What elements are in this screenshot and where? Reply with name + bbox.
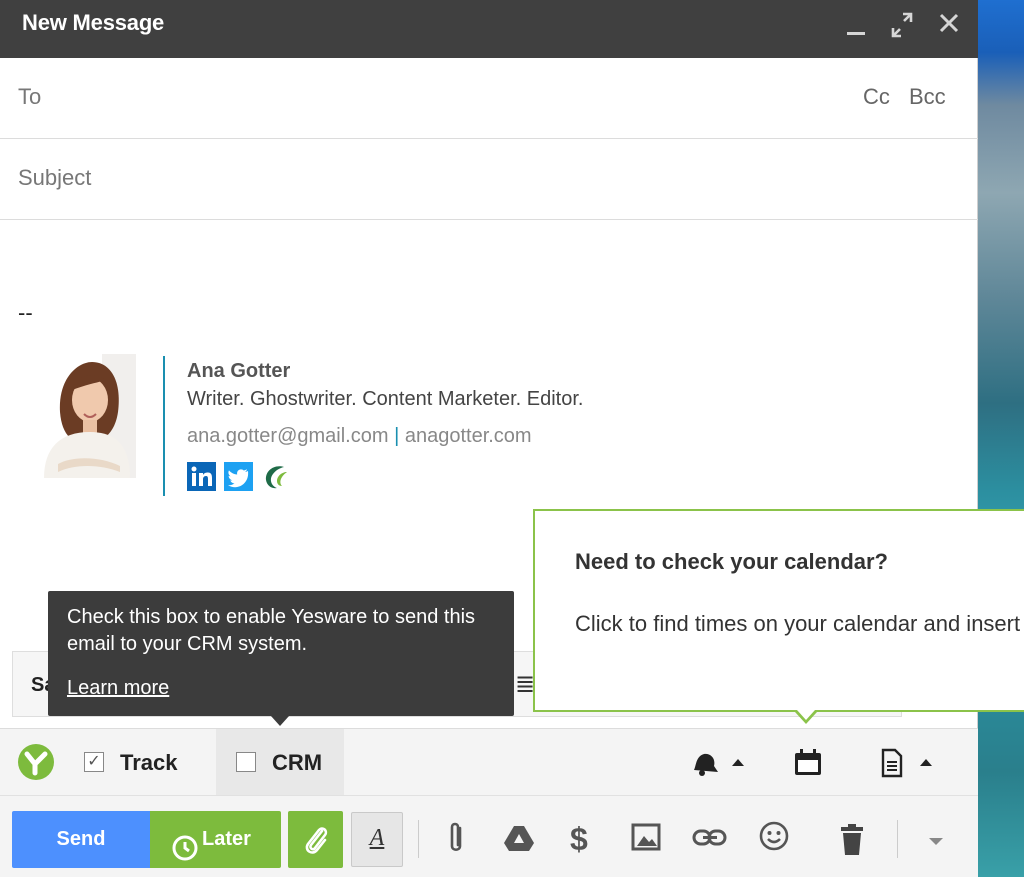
attach-file-icon[interactable] — [444, 820, 468, 861]
crm-tooltip-text: Check this box to enable Yesware to send… — [67, 606, 476, 655]
background-page — [978, 0, 1024, 877]
signature-name: Ana Gotter — [187, 360, 291, 382]
toolbar-divider — [897, 820, 898, 858]
crm-label: CRM — [272, 750, 323, 775]
bcc-link[interactable]: Bcc — [909, 84, 946, 110]
calendar-tooltip-heading: Need to check your calendar? — [575, 549, 888, 574]
reminder-bell-icon[interactable] — [690, 748, 750, 783]
crm-tooltip-arrow — [271, 716, 289, 726]
money-icon[interactable]: $ — [568, 820, 594, 861]
calendar-icon[interactable] — [793, 748, 823, 783]
track-checkbox[interactable]: ✓ — [84, 752, 104, 772]
signature-divider — [163, 356, 165, 496]
signature-photo — [30, 354, 136, 478]
google-drive-icon[interactable] — [503, 824, 535, 857]
yesware-logo-icon[interactable] — [18, 744, 54, 780]
signature-separator: -- — [18, 300, 33, 325]
more-options-chevron-icon[interactable] — [926, 834, 946, 853]
signature-links: ana.gotter@gmail.com | anagotter.com — [187, 425, 532, 448]
expand-icon[interactable] — [887, 8, 917, 42]
compose-title-bar: New Message — [0, 0, 978, 58]
compose-title: New Message — [22, 10, 165, 35]
to-field[interactable]: To Cc Bcc — [0, 58, 978, 139]
svg-text:$: $ — [570, 821, 588, 856]
signature-email[interactable]: ana.gotter@gmail.com — [187, 425, 389, 447]
toolbar-divider — [418, 820, 419, 858]
signature-role: Writer. Ghostwriter. Content Marketer. E… — [187, 388, 584, 410]
compose-window: New Message To Cc Bcc Subject -- Ana Got… — [0, 0, 1024, 877]
subject-field[interactable]: Subject — [0, 139, 978, 220]
twitter-icon[interactable] — [224, 462, 253, 491]
paperclip-icon — [302, 823, 330, 862]
send-later-button[interactable]: Later — [150, 811, 281, 868]
emoji-icon[interactable] — [758, 820, 790, 857]
learn-more-link[interactable]: Learn more — [67, 677, 169, 700]
calendar-tooltip: Need to check your calendar? Click to fi… — [533, 509, 1024, 724]
crm-checkbox[interactable] — [236, 752, 256, 772]
ghostwriter-logo-icon[interactable] — [262, 462, 291, 491]
yesware-attach-button[interactable] — [288, 811, 343, 868]
calendar-tooltip-body: Click to find times on your calendar and… — [575, 611, 1024, 636]
insert-link-icon[interactable] — [692, 826, 728, 855]
minimize-icon[interactable] — [841, 8, 871, 42]
to-label: To — [18, 84, 42, 109]
signature-website[interactable]: anagotter.com — [405, 425, 532, 447]
subject-placeholder: Subject — [18, 165, 92, 190]
send-later-label: Later — [202, 828, 251, 850]
template-document-icon[interactable] — [880, 748, 940, 783]
calendar-tooltip-arrow — [795, 710, 817, 724]
linkedin-icon[interactable] — [187, 462, 216, 491]
signature-link-separator: | — [394, 425, 400, 447]
insert-photo-icon[interactable] — [631, 822, 663, 859]
crm-tooltip: Check this box to enable Yesware to send… — [48, 591, 514, 726]
formatting-options-button[interactable]: A — [351, 812, 403, 867]
close-icon[interactable] — [934, 8, 964, 42]
cc-link[interactable]: Cc — [863, 84, 890, 110]
track-label: Track — [120, 750, 178, 775]
send-button[interactable]: Send — [12, 811, 150, 868]
discard-trash-icon[interactable] — [839, 822, 865, 861]
clock-icon — [172, 827, 198, 877]
